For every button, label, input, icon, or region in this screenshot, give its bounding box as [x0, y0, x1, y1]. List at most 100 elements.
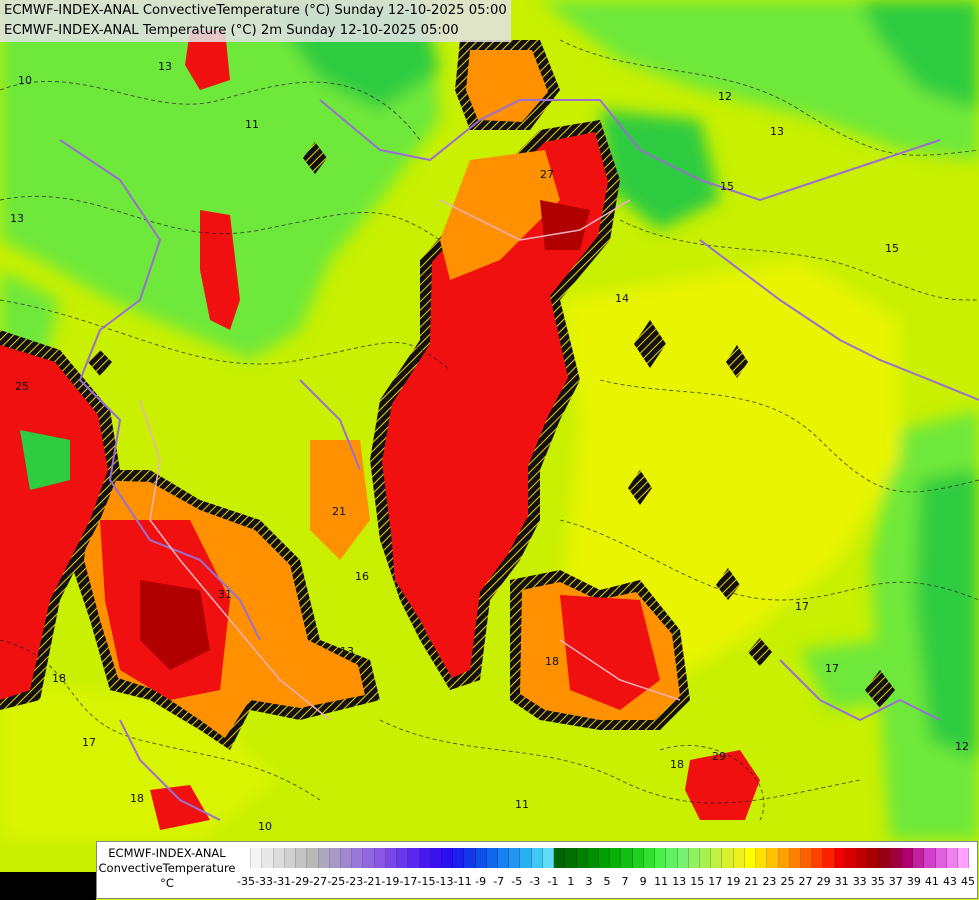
legend-swatch [599, 848, 611, 868]
contour-label: 12 [718, 90, 732, 103]
legend-swatch [812, 848, 824, 868]
contour-label: 11 [515, 798, 529, 811]
legend-tick: 39 [906, 875, 921, 888]
legend-swatch [868, 848, 880, 868]
legend-swatch [621, 848, 633, 868]
legend-swatch [385, 848, 398, 868]
header-line-temperature: ECMWF-INDEX-ANAL Temperature (°C) 2m Sun… [4, 22, 459, 38]
legend-swatch [901, 848, 914, 868]
legend-tick: 1 [567, 875, 575, 888]
legend-swatch [284, 848, 297, 868]
contour-label: 13 [10, 212, 24, 225]
legend-color-bar [240, 848, 970, 868]
legend-swatch [643, 848, 656, 868]
legend-swatch [677, 848, 689, 868]
legend-swatch [655, 848, 667, 868]
legend-swatch [576, 848, 588, 868]
legend-tick: -27 [309, 875, 328, 888]
legend-tick: -1 [547, 875, 559, 888]
legend-swatch [273, 848, 285, 868]
legend-swatch [408, 848, 420, 868]
legend-swatch [879, 848, 891, 868]
legend-tick: 19 [726, 875, 741, 888]
legend-swatch [834, 848, 846, 868]
convective-temperature-map[interactable]: 10 13 11 13 12 13 15 15 14 27 25 16 18 1… [0, 0, 979, 900]
contour-label: 10 [258, 820, 272, 833]
contour-label: 13 [770, 125, 784, 138]
contour-label: 31 [218, 588, 232, 601]
legend-tick: -15 [417, 875, 436, 888]
legend-swatch [800, 848, 813, 868]
legend-swatch [924, 848, 936, 868]
contour-label: 16 [355, 570, 369, 583]
legend-tick: -13 [435, 875, 454, 888]
legend-swatch [722, 848, 734, 868]
legend-swatch [352, 848, 364, 868]
legend-swatch [542, 848, 555, 868]
contour-label: 15 [720, 180, 734, 193]
legend-tick: 37 [888, 875, 903, 888]
legend-swatch [464, 848, 476, 868]
legend-tick: -31 [273, 875, 292, 888]
legend-tick: 13 [672, 875, 687, 888]
legend-swatch [363, 848, 375, 868]
legend-model: ECMWF-INDEX-ANAL [108, 846, 226, 860]
legend-swatch [318, 848, 330, 868]
legend-tick: 15 [690, 875, 705, 888]
legend-swatch [531, 848, 543, 868]
contour-label: 27 [540, 168, 554, 181]
legend-swatch [251, 848, 263, 868]
contour-label: 17 [825, 662, 839, 675]
legend-swatch [486, 848, 499, 868]
legend-swatch [565, 848, 577, 868]
legend-swatch [857, 848, 869, 868]
legend-tick-labels: -35 -33 -31 -29 -27 -25 -23 -21 -19 -17 -15 -13 -11-… [237, 875, 978, 891]
contour-label: 18 [545, 655, 559, 668]
legend-swatch [340, 848, 353, 868]
map-header: ECMWF-INDEX-ANAL ConvectiveTemperature (… [0, 0, 511, 42]
contour-label: 12 [955, 740, 969, 753]
legend-tick: -3 [529, 875, 541, 888]
legend-swatch [374, 848, 386, 868]
contour-label: 29 [712, 750, 726, 763]
legend-tick: 31 [834, 875, 849, 888]
contour-label: 21 [332, 505, 346, 518]
legend-tick: -7 [493, 875, 505, 888]
contour-label: 18 [130, 792, 144, 805]
legend-swatch [778, 848, 790, 868]
legend-tick: -33 [255, 875, 274, 888]
legend-tick: 11 [654, 875, 669, 888]
contour-label: 25 [15, 380, 29, 393]
legend-swatch [890, 848, 902, 868]
map-corner-block [0, 872, 96, 900]
legend-swatch [610, 848, 622, 868]
contour-label: 14 [615, 292, 629, 305]
legend-tick: -23 [345, 875, 364, 888]
legend-tick: -21 [363, 875, 382, 888]
legend-swatch [845, 848, 858, 868]
legend-tick: 33 [852, 875, 867, 888]
legend-swatch [509, 848, 521, 868]
legend-swatch [935, 848, 947, 868]
legend-swatch [307, 848, 319, 868]
contour-label: 18 [52, 672, 66, 685]
legend-swatch [554, 848, 566, 868]
legend-swatch [453, 848, 465, 868]
legend-tick: 27 [798, 875, 813, 888]
legend-swatch [946, 848, 958, 868]
legend-swatch [587, 848, 599, 868]
weather-map-view: 10 13 11 13 12 13 15 15 14 27 25 16 18 1… [0, 0, 979, 900]
legend-swatch [699, 848, 712, 868]
legend-swatch [733, 848, 745, 868]
contour-label: 10 [18, 74, 32, 87]
contour-label: 18 [670, 758, 684, 771]
legend-swatch [240, 848, 252, 868]
legend-tick: -11 [453, 875, 472, 888]
legend-swatch [666, 848, 678, 868]
legend-tick: 43 [942, 875, 957, 888]
legend-tick: -29 [291, 875, 310, 888]
legend-swatch [520, 848, 532, 868]
legend-swatch [688, 848, 700, 868]
legend-unit: °C [160, 876, 174, 890]
legend-swatch [475, 848, 487, 868]
